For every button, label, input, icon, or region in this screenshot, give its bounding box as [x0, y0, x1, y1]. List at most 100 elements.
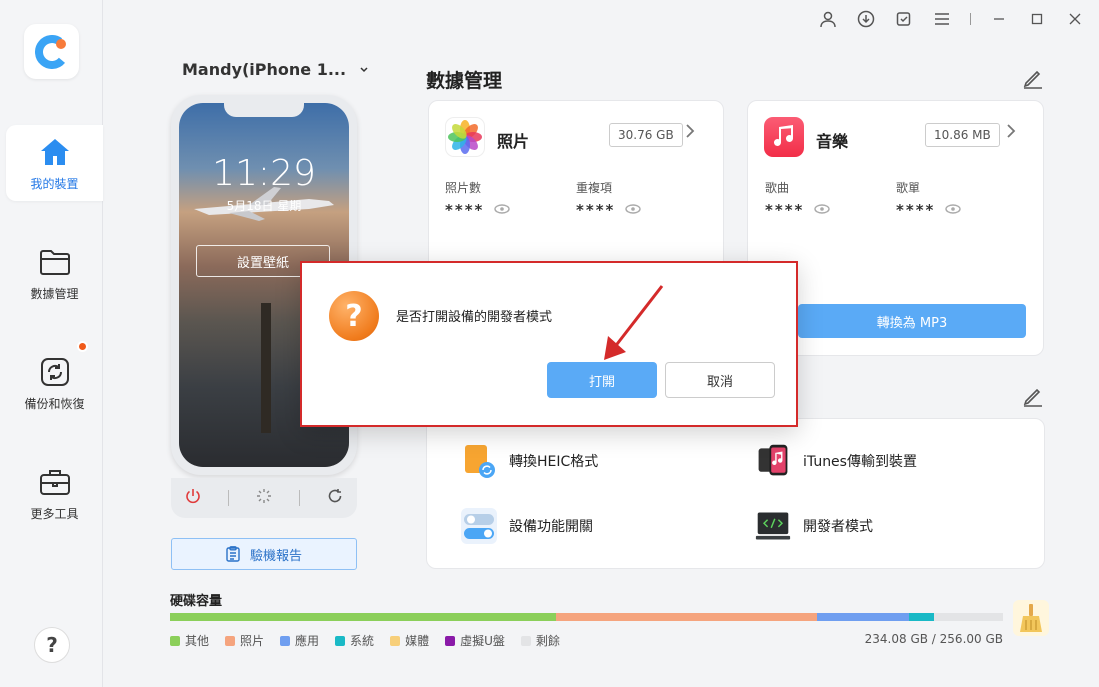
legend-item: 剩餘	[520, 632, 560, 649]
legend-item: 媒體	[390, 632, 429, 649]
playlists-value: ****	[896, 201, 962, 219]
legend-item: 其他	[170, 632, 209, 649]
window-controls-divider	[970, 13, 971, 25]
close-icon[interactable]	[1065, 9, 1085, 29]
legend-label: 剩餘	[535, 634, 560, 648]
storage-segment	[556, 613, 817, 621]
legend-swatch	[445, 635, 456, 646]
home-icon	[38, 135, 72, 169]
storage-segment	[909, 613, 934, 621]
tool-device-toggles[interactable]: 設備功能開關	[461, 508, 593, 544]
legend-item: 系統	[335, 632, 374, 649]
open-button[interactable]: 打開	[547, 362, 657, 398]
loading-icon[interactable]	[256, 488, 272, 508]
download-icon[interactable]	[856, 9, 876, 29]
photos-title: 照片	[497, 132, 530, 151]
eye-icon[interactable]	[625, 203, 642, 217]
developer-mode-dialog: ? 是否打開設備的開發者模式 打開 取消	[300, 261, 798, 427]
eye-icon[interactable]	[494, 203, 511, 217]
photo-count-masked: ****	[445, 201, 485, 219]
tool-label: 轉換HEIC格式	[509, 454, 599, 470]
restart-icon[interactable]	[327, 488, 343, 508]
chevron-down-icon	[360, 66, 368, 72]
palm-tree-image	[261, 303, 271, 433]
tool-label: iTunes傳輸到裝置	[803, 454, 917, 470]
cancel-button[interactable]: 取消	[665, 362, 775, 398]
legend-label: 虛擬U盤	[460, 634, 505, 648]
device-report-button[interactable]: 驗機報告	[171, 538, 357, 570]
storage-segment	[934, 613, 1003, 621]
legend-swatch	[335, 635, 346, 646]
clipboard-icon	[226, 546, 240, 562]
legend-label: 媒體	[405, 634, 430, 648]
photo-count-label: 照片數	[445, 181, 482, 195]
window-controls	[818, 8, 1085, 30]
sidebar-item-my-device[interactable]: 我的裝置	[6, 125, 103, 201]
phone-notch	[224, 103, 304, 117]
sidebar-item-label: 數據管理	[30, 286, 79, 301]
storage-segment	[170, 613, 556, 621]
minimize-icon[interactable]	[989, 9, 1009, 29]
user-icon[interactable]	[818, 9, 838, 29]
toggle-icon	[461, 508, 497, 544]
chevron-right-icon[interactable]	[685, 123, 695, 144]
sidebar-item-backup-restore[interactable]: 備份和恢復	[6, 340, 103, 421]
music-size: 10.86 MB	[925, 123, 1000, 147]
tool-label: 開發者模式	[803, 519, 873, 535]
backup-icon	[38, 340, 88, 389]
sidebar-item-data-management[interactable]: 數據管理	[6, 235, 103, 311]
playlists-label: 歌單	[896, 181, 921, 195]
power-icon[interactable]	[185, 488, 201, 508]
broom-icon[interactable]	[1013, 600, 1049, 636]
edit-icon[interactable]	[1022, 385, 1044, 407]
legend-swatch	[170, 635, 180, 646]
itunes-transfer-icon	[755, 443, 791, 479]
sidebar-item-label: 我的裝置	[30, 176, 79, 191]
duplicates-label: 重複項	[576, 181, 613, 195]
page-title: 數據管理	[426, 70, 503, 92]
divider	[299, 490, 301, 506]
divider	[227, 490, 229, 506]
tool-heic-convert[interactable]: 轉換HEIC格式	[461, 443, 598, 479]
storage-bar	[170, 613, 1003, 621]
maximize-icon[interactable]	[1027, 9, 1047, 29]
tool-itunes-transfer[interactable]: iTunes傳輸到裝置	[755, 443, 917, 479]
legend-label: 系統	[350, 634, 375, 648]
legend-label: 照片	[240, 634, 265, 648]
sidebar-item-more-tools[interactable]: 更多工具	[6, 455, 103, 531]
menu-icon[interactable]	[932, 9, 952, 29]
tool-label: 設備功能開關	[509, 519, 593, 535]
legend-item: 應用	[280, 632, 319, 649]
legend-label: 其他	[185, 634, 210, 648]
device-report-label: 驗機報告	[249, 548, 302, 564]
songs-label: 歌曲	[765, 181, 790, 195]
photos-app-icon	[445, 117, 485, 157]
songs-value: ****	[765, 201, 831, 219]
songs-masked: ****	[765, 201, 805, 219]
legend-swatch	[390, 635, 401, 646]
legend-label: 應用	[295, 634, 320, 648]
storage-total: 234.08 GB / 256.00 GB	[864, 632, 1003, 646]
edit-icon[interactable]	[1022, 67, 1044, 89]
dialog-message: 是否打開設備的開發者模式	[396, 310, 553, 325]
chevron-right-icon[interactable]	[1006, 123, 1016, 144]
notification-badge	[76, 340, 88, 352]
convert-to-mp3-button[interactable]: 轉換為 MP3	[798, 304, 1026, 338]
sidebar: 我的裝置 數據管理 備份和恢復 更多工具 ?	[0, 0, 103, 687]
eye-icon[interactable]	[945, 203, 962, 217]
duplicates-masked: ****	[576, 201, 616, 219]
feedback-icon[interactable]	[894, 9, 914, 29]
app-logo	[24, 24, 79, 79]
help-button[interactable]: ?	[34, 627, 70, 663]
device-name: Mandy(iPhone 1...	[182, 60, 347, 79]
legend-item: 虛擬U盤	[445, 632, 505, 649]
device-selector[interactable]: Mandy(iPhone 1...	[182, 60, 368, 79]
photos-size: 30.76 GB	[609, 123, 683, 147]
legend-item: 照片	[225, 632, 264, 649]
eye-icon[interactable]	[814, 203, 831, 217]
tool-developer-mode[interactable]: 開發者模式	[755, 508, 873, 544]
music-app-icon	[764, 117, 804, 157]
folder-icon	[38, 245, 72, 279]
music-title: 音樂	[816, 132, 849, 151]
storage-segment	[817, 613, 909, 621]
